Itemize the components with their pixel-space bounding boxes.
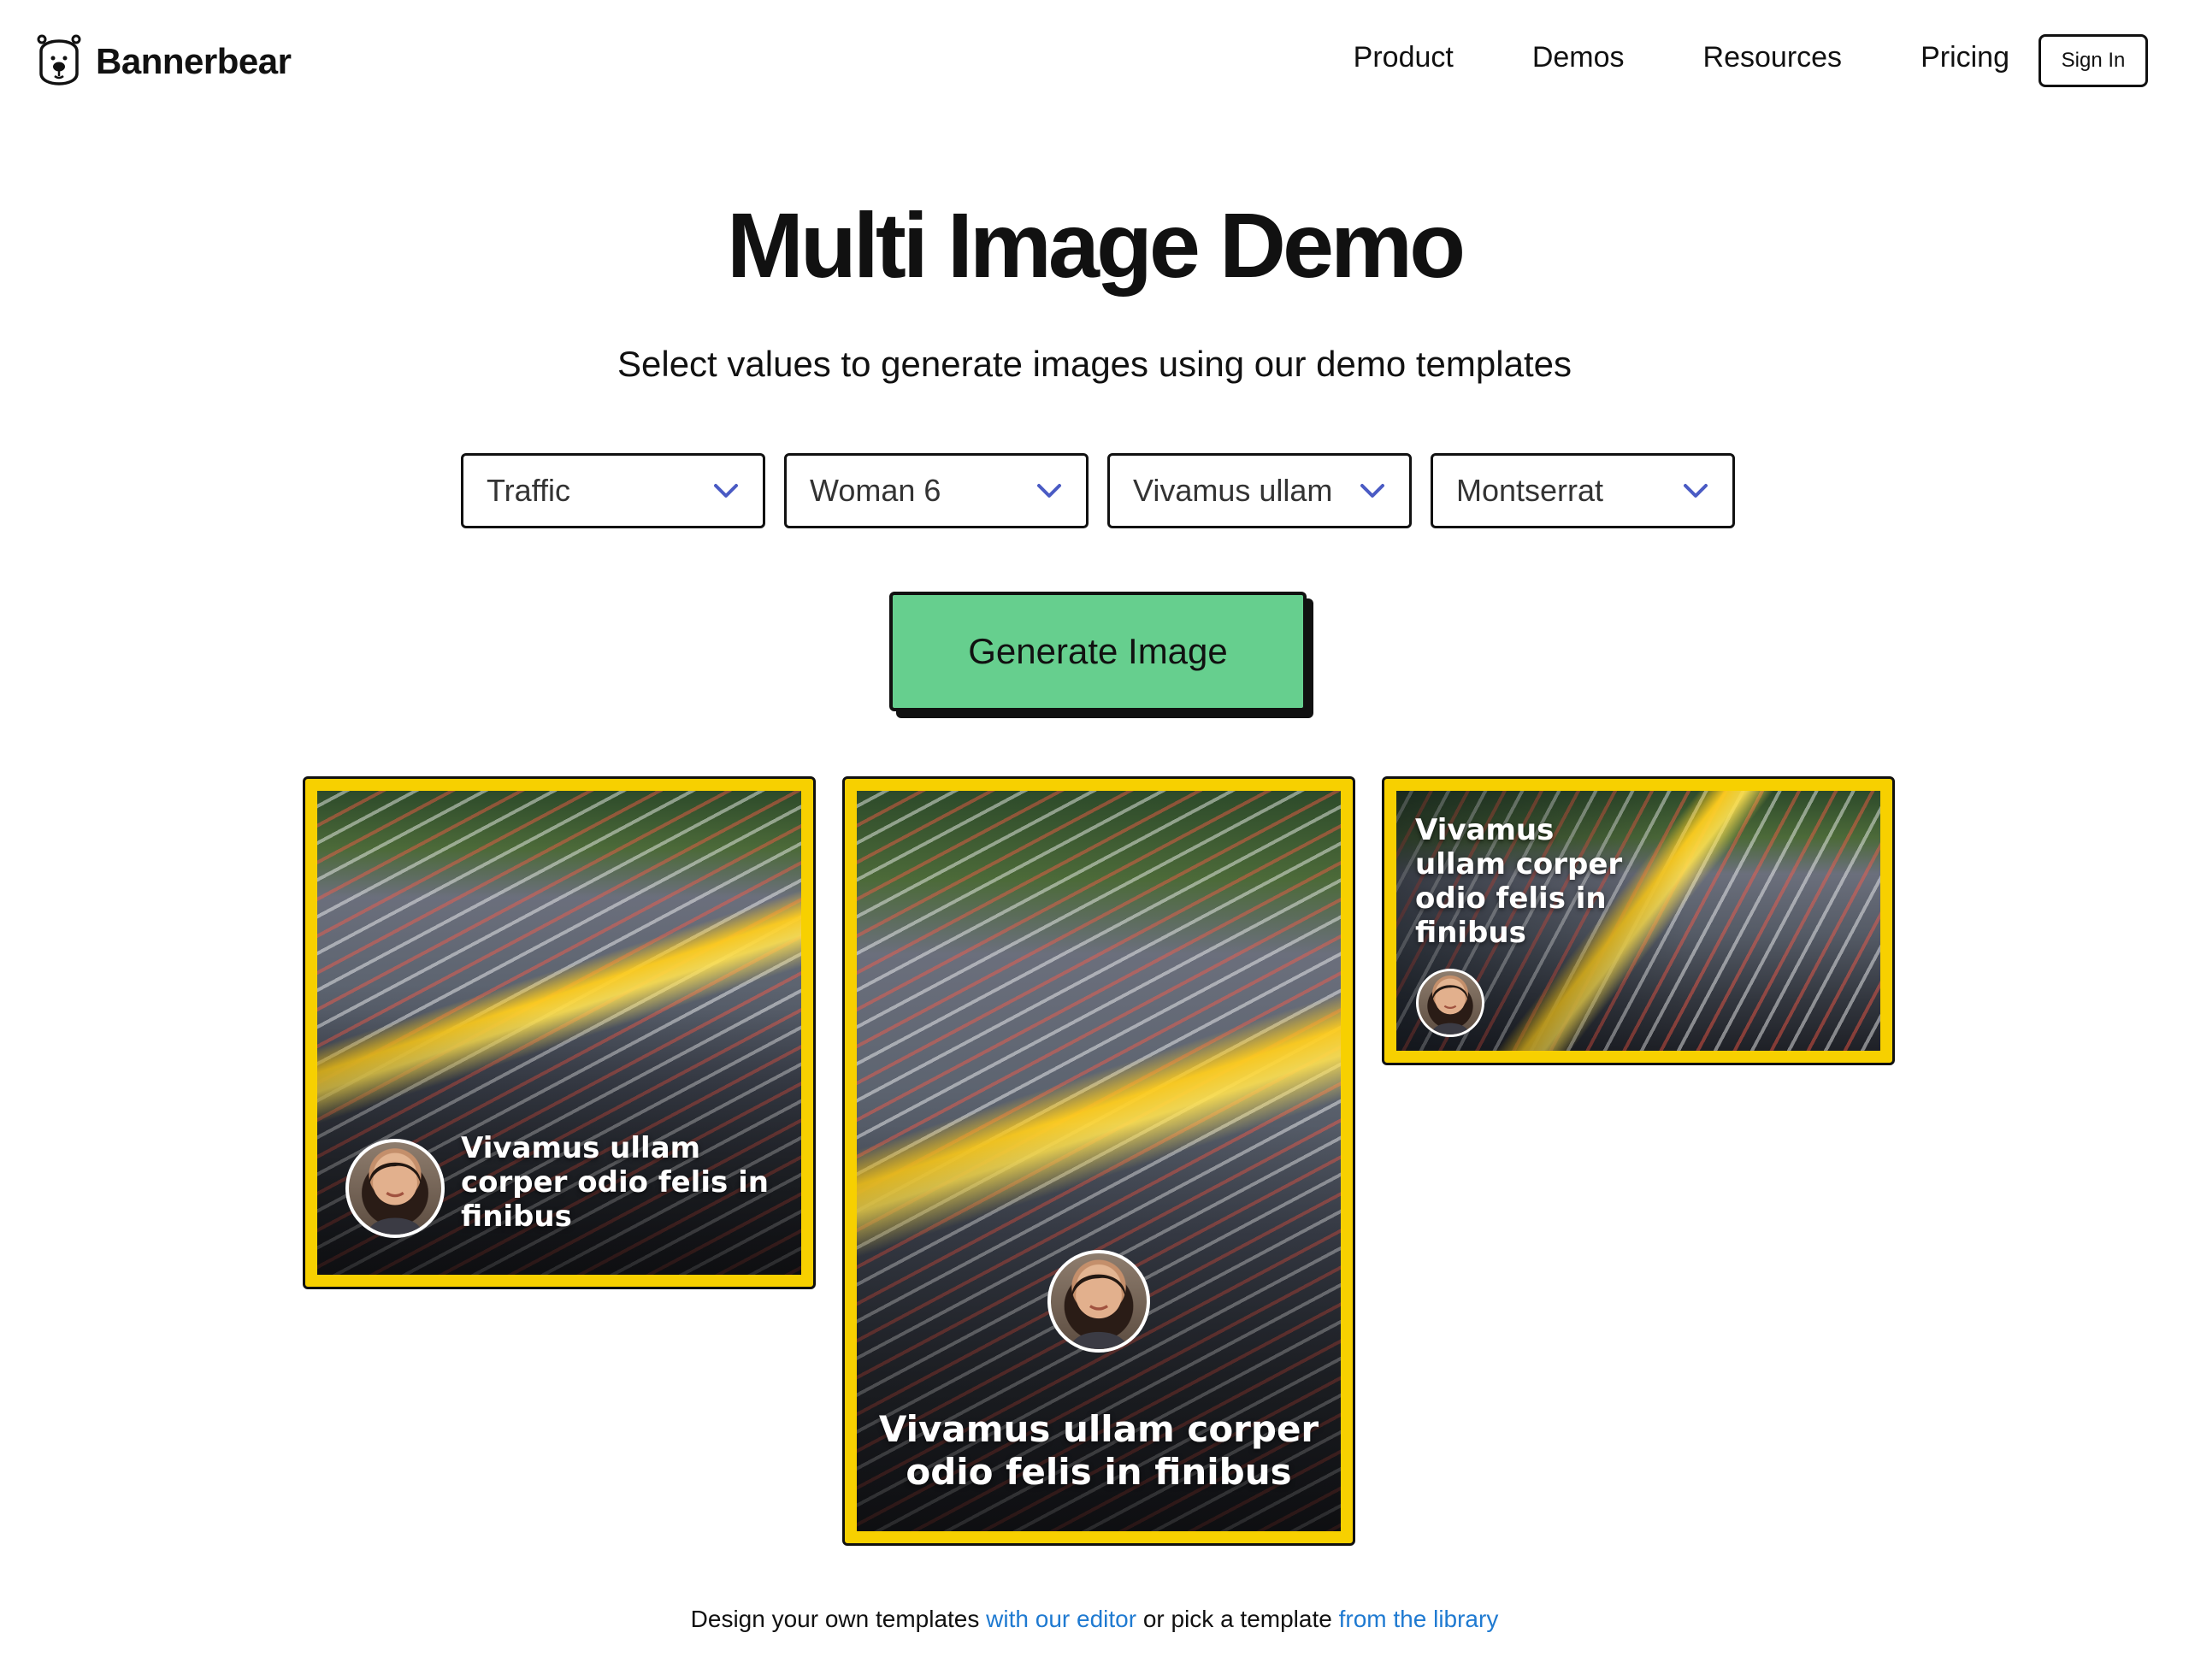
nav-product[interactable]: Product bbox=[1354, 41, 1454, 74]
nav-demos[interactable]: Demos bbox=[1532, 41, 1625, 74]
generated-image-square[interactable]: Vivamus ullam corper odio felis in finib… bbox=[303, 776, 816, 1289]
text-select-value: Vivamus ullam bbox=[1133, 473, 1333, 508]
avatar-select-value: Woman 6 bbox=[810, 473, 941, 508]
bear-head-icon bbox=[37, 34, 81, 85]
card-caption: Vivamus ullam corper odio felis in finib… bbox=[461, 1131, 769, 1234]
main-nav: Product Demos Resources Pricing bbox=[1354, 41, 2009, 74]
nav-resources[interactable]: Resources bbox=[1703, 41, 1843, 74]
editor-link[interactable]: with our editor bbox=[986, 1606, 1136, 1632]
page-subtitle: Select values to generate images using o… bbox=[617, 344, 1572, 384]
card-caption: Vivamus ullam corper odio felis in finib… bbox=[878, 1408, 1319, 1493]
page: Bannerbear Product Demos Resources Prici… bbox=[0, 0, 2189, 1680]
footer-text: Design your own templates bbox=[690, 1606, 987, 1632]
avatar bbox=[1047, 1250, 1150, 1353]
generated-image-landscape[interactable]: Vivamus ullam corper odio felis in finib… bbox=[1382, 776, 1895, 1065]
image-select-value: Traffic bbox=[487, 473, 571, 508]
card-caption: Vivamus ullam corper odio felis in finib… bbox=[1415, 813, 1623, 950]
image-select[interactable]: Traffic bbox=[461, 453, 765, 528]
generate-image-button[interactable]: Generate Image bbox=[889, 592, 1307, 711]
footer-text: or pick a template bbox=[1136, 1606, 1339, 1632]
font-select[interactable]: Montserrat bbox=[1431, 453, 1735, 528]
brand-logo[interactable]: Bannerbear bbox=[34, 31, 292, 92]
generated-image-portrait[interactable]: Vivamus ullam corper odio felis in finib… bbox=[842, 776, 1355, 1546]
footer-note: Design your own templates with our edito… bbox=[0, 1606, 2189, 1633]
nav-pricing[interactable]: Pricing bbox=[1921, 41, 2009, 74]
template-options: Traffic Woman 6 Vivamus ullam Montserrat bbox=[461, 453, 1735, 528]
sign-in-button[interactable]: Sign In bbox=[2039, 34, 2148, 87]
chevron-down-icon bbox=[1360, 484, 1384, 498]
avatar bbox=[345, 1139, 445, 1238]
page-title: Multi Image Demo bbox=[726, 193, 1466, 297]
text-select[interactable]: Vivamus ullam bbox=[1107, 453, 1412, 528]
font-select-value: Montserrat bbox=[1456, 473, 1604, 508]
library-link[interactable]: from the library bbox=[1339, 1606, 1499, 1632]
avatar bbox=[1416, 969, 1484, 1037]
chevron-down-icon bbox=[714, 484, 738, 498]
brand-name: Bannerbear bbox=[96, 41, 292, 81]
chevron-down-icon bbox=[1684, 484, 1708, 498]
chevron-down-icon bbox=[1037, 484, 1061, 498]
avatar-select[interactable]: Woman 6 bbox=[784, 453, 1089, 528]
